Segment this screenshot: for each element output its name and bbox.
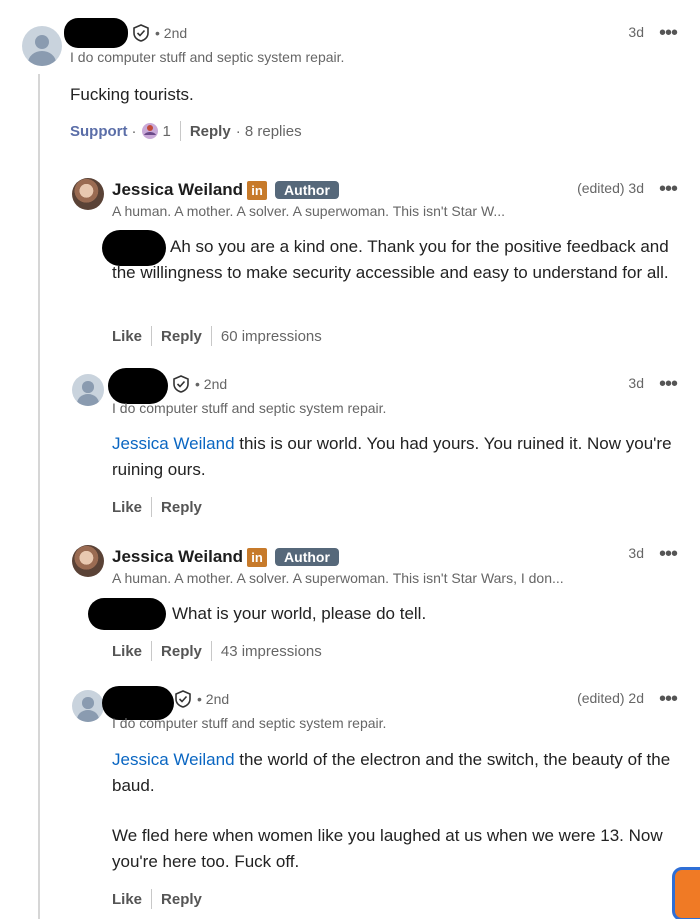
avatar[interactable] [72,374,104,406]
avatar[interactable] [72,690,104,722]
impressions-count: 43 impressions [220,642,322,660]
author-badge: Author [275,548,339,566]
comment-text: Ah so you are a kind one. Thank you for … [112,237,669,282]
like-button[interactable]: Like [112,643,142,660]
avatar[interactable] [72,545,104,577]
overflow-menu-icon[interactable]: ••• [659,179,678,199]
headline: I do computer stuff and septic system re… [70,49,345,65]
comment-actions: Like Reply [112,889,202,909]
headline: I do computer stuff and septic system re… [112,400,387,416]
connection-degree: • 2nd [195,376,228,392]
timestamp: 3d [628,545,644,561]
reaction-count[interactable]: 1 [163,123,171,140]
avatar[interactable] [22,26,62,66]
headline: A human. A mother. A solver. A superwoma… [112,203,506,219]
comment-text-paragraph-2: We fled here when women like you laughed… [112,826,663,871]
floating-app-icon[interactable] [672,867,700,919]
replies-count[interactable]: · 8 replies [236,123,302,140]
mention-link[interactable]: Jessica Weiland [112,434,235,453]
overflow-menu-icon[interactable]: ••• [659,544,678,564]
like-button[interactable]: Like [112,891,142,908]
reply-button[interactable]: Reply [190,123,231,140]
overflow-menu-icon[interactable]: ••• [659,689,678,709]
thread-line [38,74,40,919]
timestamp: (edited) 3d [577,180,644,196]
reply-button[interactable]: Reply [161,328,202,345]
redacted-mention [88,598,166,630]
comment-text: Jessica Weiland the world of the electro… [112,750,671,795]
timestamp: 3d [628,375,644,391]
reply-button[interactable]: Reply [161,499,202,516]
author-name[interactable]: Jessica Weiland [112,180,243,200]
comment-text: Fucking tourists. [70,85,194,104]
author-badge: Author [275,181,339,199]
redacted-name [64,18,128,48]
comment-actions: Like Reply 60 impressions [112,326,322,346]
support-button[interactable]: Support [70,123,128,140]
comment-text: Jessica Weiland this is our world. You h… [112,434,672,479]
timestamp: 3d [628,24,644,40]
verified-shield-icon [174,690,192,708]
like-button[interactable]: Like [112,499,142,516]
overflow-menu-icon[interactable]: ••• [659,374,678,394]
impressions-count: 60 impressions [220,327,322,345]
comment-actions: Support · 1 Reply · 8 replies [70,121,302,141]
comment-text: What is your world, please do tell. [172,604,427,623]
linkedin-icon: in [247,180,268,200]
author-name[interactable]: Jessica Weiland [112,547,243,567]
overflow-menu-icon[interactable]: ••• [659,23,678,43]
redacted-name [108,368,168,404]
comment-actions: Like Reply 43 impressions [112,641,322,661]
headline: I do computer stuff and septic system re… [112,715,387,731]
connection-degree: • 2nd [155,25,188,41]
like-button[interactable]: Like [112,328,142,345]
verified-shield-icon [132,24,150,42]
reply-button[interactable]: Reply [161,891,202,908]
connection-degree: • 2nd [197,691,230,707]
avatar[interactable] [72,178,104,210]
timestamp: (edited) 2d [577,690,644,706]
comment-actions: Like Reply [112,497,202,517]
reply-button[interactable]: Reply [161,643,202,660]
linkedin-icon: in [247,547,268,567]
verified-shield-icon [172,375,190,393]
support-reaction-icon[interactable] [141,122,159,140]
mention-link[interactable]: Jessica Weiland [112,750,235,769]
headline: A human. A mother. A solver. A superwoma… [112,570,564,586]
